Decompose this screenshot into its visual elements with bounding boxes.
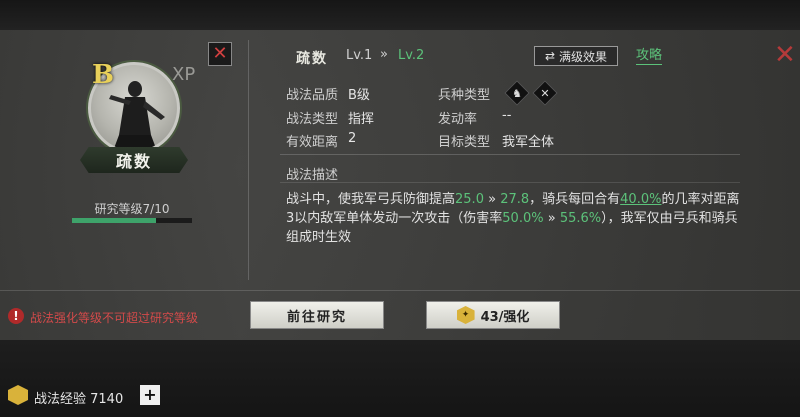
quality-value: B级 [348,88,370,103]
research-level-label: 研究等级7/10 [94,202,170,216]
full-effect-label: 满级效果 [559,49,608,64]
description-divider [280,182,740,183]
hero-name-banner: 疏数 [80,147,188,173]
upgrade-button[interactable]: ✦ 43/强化 [426,301,560,329]
level-arrow-icon: » [380,47,388,62]
research-progress-bar [72,218,192,223]
description-body: 战斗中，使我军弓兵防御提高25.0 » 27.8，骑兵每回合有40.0%的几率对… [286,190,746,247]
type-label: 战法类型 [286,112,339,127]
desc-arrow: » [543,211,560,226]
description-title: 战法描述 [286,168,339,183]
swap-icon: ⇄ [544,49,556,63]
trigger-rate-value: -- [502,108,512,123]
desc-value: 40.0% [620,192,662,207]
trigger-rate-label: 发动率 [438,112,478,127]
grade-letter: B [92,60,114,90]
desc-text: ，骑兵每回合有 [529,192,621,207]
go-research-button[interactable]: 前往研究 [250,301,384,329]
xp-label: XP [172,64,196,85]
distance-value: 2 [348,131,357,146]
full-effect-button[interactable]: ⇄ 满级效果 [534,46,618,66]
desc-value: 50.0% [502,211,544,226]
desc-arrow: » [483,192,501,207]
close-icon: ✕ [212,43,228,64]
level-next: Lv.2 [398,48,425,63]
close-icon[interactable]: ✕ [774,42,796,68]
upgrade-label: 43/强化 [480,309,530,325]
distance-label: 有效距离 [286,135,339,150]
add-exp-button[interactable]: + [140,385,160,405]
footer-divider [0,290,800,291]
panel-divider [248,40,249,280]
skill-name: 疏数 [296,51,328,67]
guide-link[interactable]: 攻略 [636,48,663,65]
panel-close-button[interactable]: ✕ [208,42,232,66]
type-value: 指挥 [348,112,375,127]
warning-icon: ! [8,308,24,324]
target-type-value: 我军全体 [502,135,555,150]
skill-exp-icon: ✦ [456,306,475,324]
research-progress-fill [72,218,156,223]
desc-text: 战斗中，使我军弓兵防御提高 [286,192,456,207]
troop-type-label: 兵种类型 [438,88,491,103]
level-current: Lv.1 [346,48,373,63]
top-strip [0,0,800,30]
desc-value: 25.0 [455,192,484,207]
desc-value: 27.8 [500,192,530,207]
warning-text: 战法强化等级不可超过研究等级 [30,311,199,325]
quality-label: 战法品质 [286,88,339,103]
skill-exp-label: 战法经验 7140 [34,392,124,407]
description-top-divider [280,154,740,155]
target-type-label: 目标类型 [438,135,491,150]
desc-value: 55.6% [559,211,602,226]
